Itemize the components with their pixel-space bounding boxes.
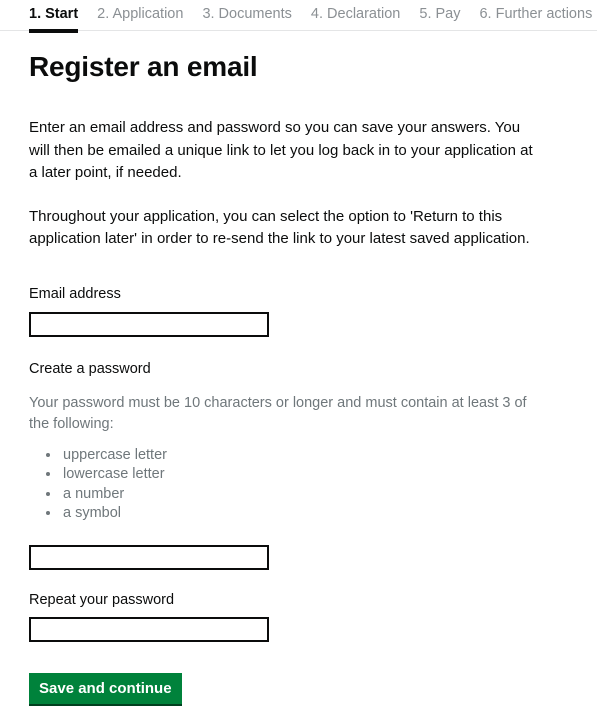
main-content: Register an email Enter an email address… <box>0 50 597 706</box>
save-and-continue-button[interactable]: Save and continue <box>29 673 182 706</box>
list-item: a symbol <box>61 504 568 523</box>
repeat-password-input[interactable] <box>29 617 269 642</box>
page-title: Register an email <box>29 50 568 84</box>
register-email-form: Email address Create a password Your pas… <box>29 284 568 706</box>
step-nav-item-label: 1. Start <box>29 6 78 22</box>
create-password-label: Create a password <box>29 359 568 379</box>
password-input[interactable] <box>29 545 269 570</box>
register-email-page: 1. Start 2. Application 3. Documents 4. … <box>0 0 597 635</box>
step-nav-item-label: 2. Application <box>97 6 183 22</box>
intro-paragraph-2: Throughout your application, you can sel… <box>29 206 545 251</box>
password-requirements-list: uppercase letter lowercase letter a numb… <box>29 446 568 524</box>
intro-paragraph-1: Enter an email address and password so y… <box>29 117 545 185</box>
email-field-label: Email address <box>29 284 568 304</box>
step-nav-item-start[interactable]: 1. Start <box>29 5 78 33</box>
list-item: uppercase letter <box>61 446 568 465</box>
step-nav-item-label: 4. Declaration <box>311 6 400 22</box>
list-item: lowercase letter <box>61 465 568 484</box>
step-nav-item-label: 6. Further actions <box>479 6 592 22</box>
email-input[interactable] <box>29 312 269 337</box>
step-nav-item-pay[interactable]: 5. Pay <box>419 5 460 33</box>
step-nav-list: 1. Start 2. Application 3. Documents 4. … <box>29 5 592 33</box>
list-item: a number <box>61 485 568 504</box>
step-nav-item-label: 5. Pay <box>419 6 460 22</box>
step-nav-item-declaration[interactable]: 4. Declaration <box>311 5 400 33</box>
step-nav-item-application[interactable]: 2. Application <box>97 5 183 33</box>
step-nav-item-label: 3. Documents <box>202 6 291 22</box>
step-nav-item-documents[interactable]: 3. Documents <box>202 5 291 33</box>
progress-step-nav: 1. Start 2. Application 3. Documents 4. … <box>0 0 597 32</box>
repeat-password-label: Repeat your password <box>29 590 568 610</box>
password-requirements-hint: Your password must be 10 characters or l… <box>29 393 529 435</box>
step-nav-item-further-actions[interactable]: 6. Further actions <box>479 5 592 33</box>
